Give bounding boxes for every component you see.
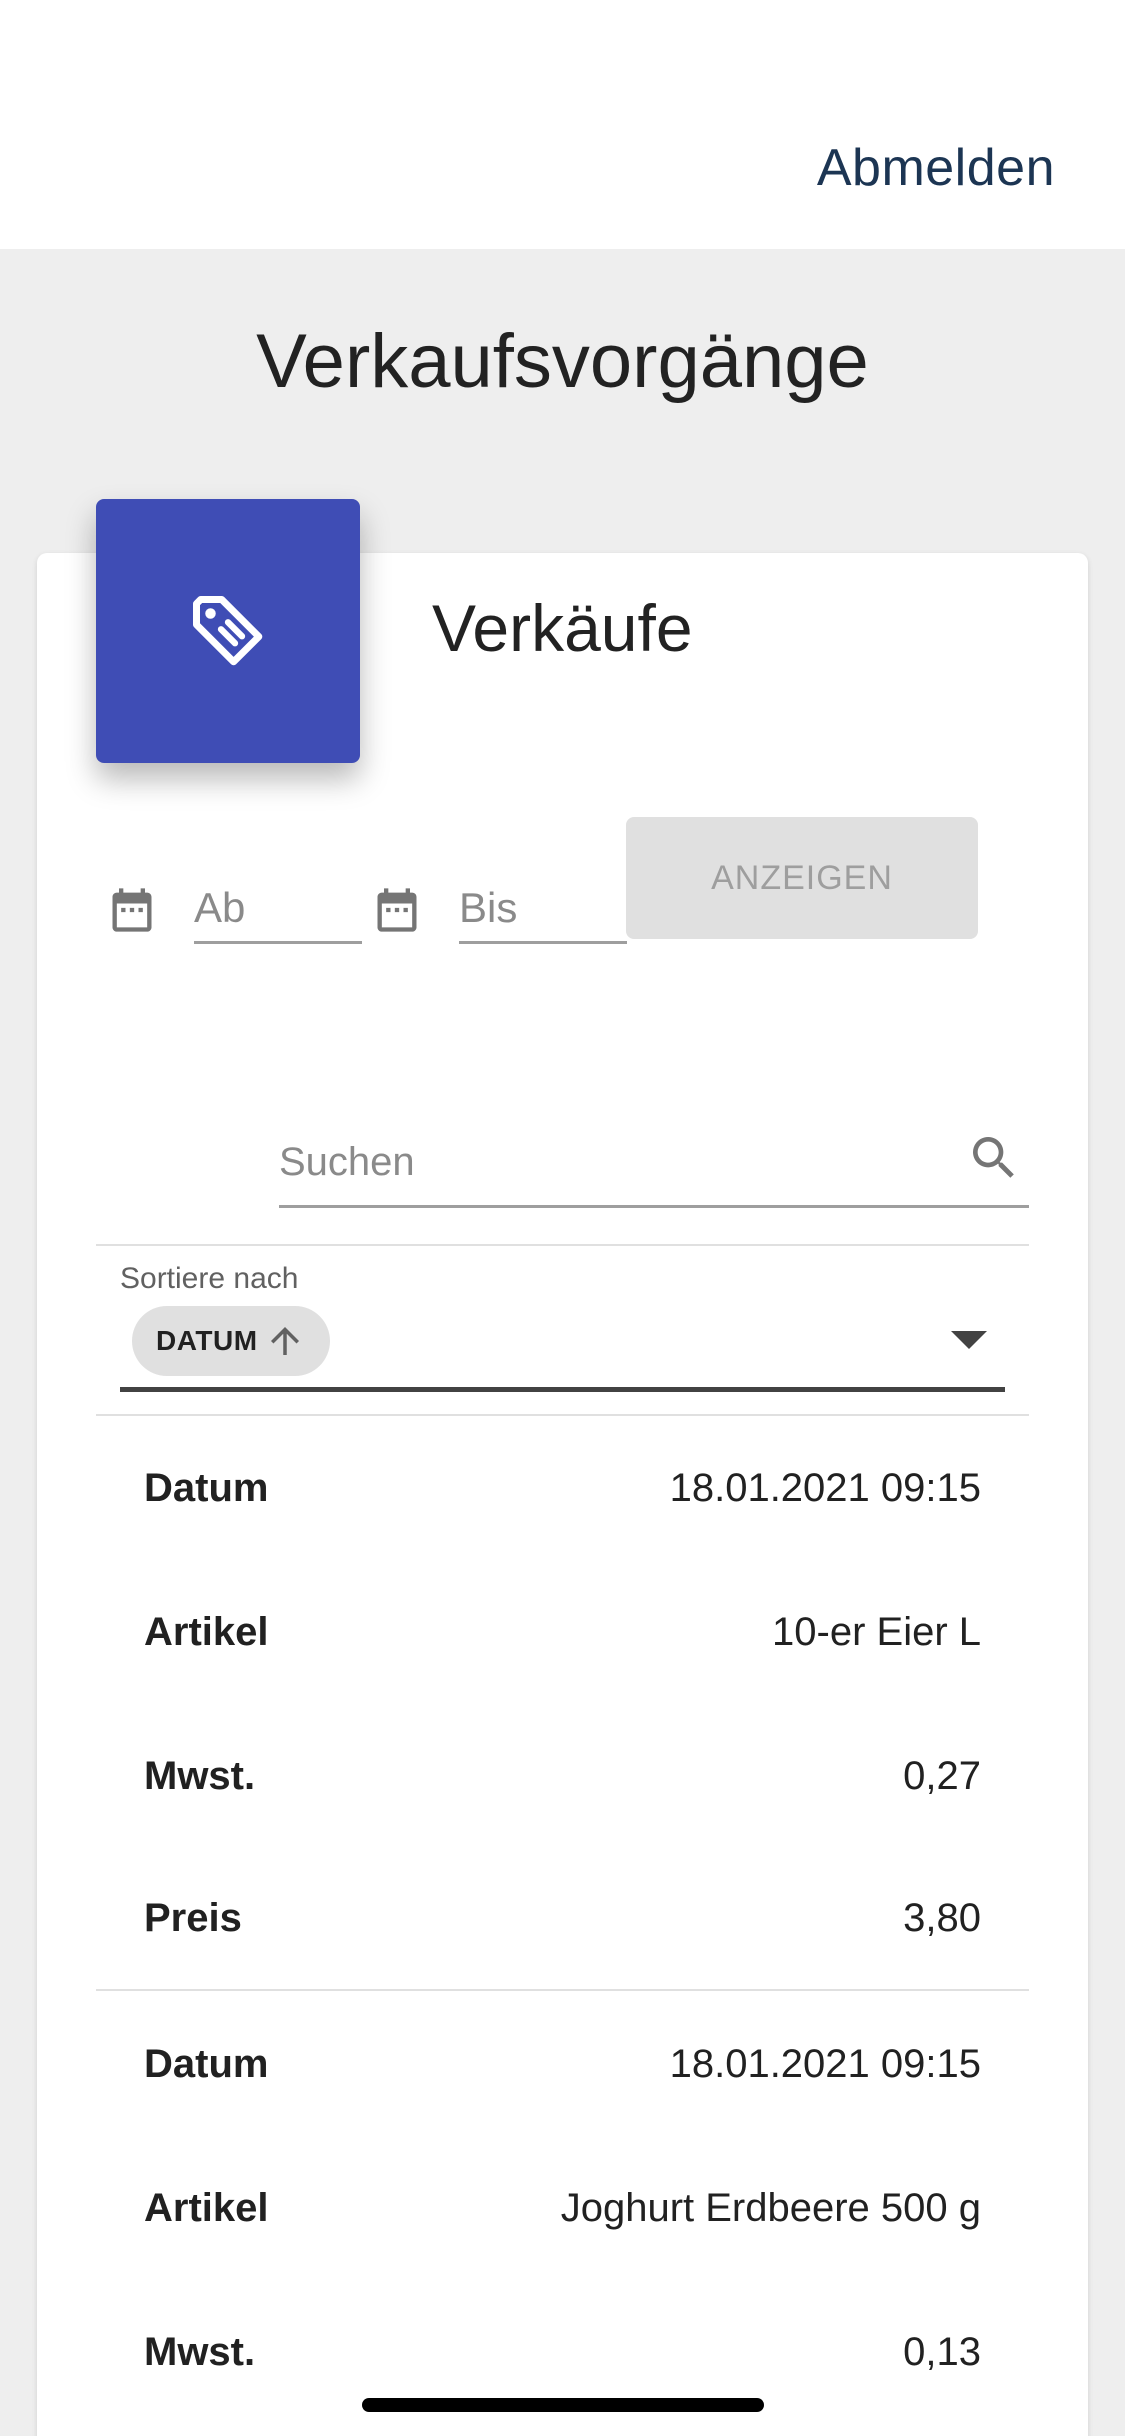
row-value: 18.01.2021 09:15 xyxy=(669,2041,981,2086)
calendar-icon[interactable] xyxy=(106,884,158,936)
record-1-date-row: Datum 18.01.2021 09:15 xyxy=(144,1458,981,1518)
row-value: 0,27 xyxy=(903,1753,981,1798)
row-value: 3,80 xyxy=(903,1895,981,1940)
home-indicator xyxy=(362,2398,764,2412)
top-bar: Abmelden xyxy=(0,0,1125,249)
row-value: 10-er Eier L xyxy=(772,1609,981,1654)
date-from-field[interactable] xyxy=(194,874,362,944)
row-label: Datum xyxy=(144,1465,269,1510)
logout-link[interactable]: Abmelden xyxy=(817,138,1055,198)
row-value: 0,13 xyxy=(903,2329,981,2374)
record-2-item-row: Artikel Joghurt Erdbeere 500 g xyxy=(144,2178,981,2238)
sort-label: Sortiere nach xyxy=(120,1262,299,1295)
show-button[interactable]: ANZEIGEN xyxy=(626,817,978,939)
chevron-down-icon[interactable] xyxy=(951,1330,987,1350)
row-value: 18.01.2021 09:15 xyxy=(669,1465,981,1510)
record-1-item-row: Artikel 10-er Eier L xyxy=(144,1602,981,1662)
calendar-icon[interactable] xyxy=(371,884,423,936)
record-1-vat-row: Mwst. 0,27 xyxy=(144,1746,981,1806)
row-label: Datum xyxy=(144,2041,269,2086)
record-1-price-row: Preis 3,80 xyxy=(144,1888,981,1948)
page-title: Verkaufsvorgänge xyxy=(256,319,869,404)
search-icon[interactable] xyxy=(966,1130,1022,1186)
row-label: Mwst. xyxy=(144,1753,256,1798)
divider xyxy=(96,1414,1029,1416)
divider xyxy=(96,1244,1029,1246)
date-to-field[interactable] xyxy=(459,874,627,944)
search-input[interactable] xyxy=(279,1120,1029,1208)
sort-select[interactable]: DATUM xyxy=(120,1300,1005,1392)
sort-chip-label: DATUM xyxy=(156,1325,258,1356)
arrow-up-icon xyxy=(270,1327,299,1355)
row-label: Artikel xyxy=(144,2185,269,2230)
sort-chip[interactable]: DATUM xyxy=(132,1306,330,1376)
row-label: Preis xyxy=(144,1895,242,1940)
row-label: Artikel xyxy=(144,1609,269,1654)
card-title: Verkäufe xyxy=(432,591,693,665)
divider xyxy=(96,1989,1029,1991)
record-2-vat-row: Mwst. 0,13 xyxy=(144,2322,981,2382)
row-label: Mwst. xyxy=(144,2329,256,2374)
row-value: Joghurt Erdbeere 500 g xyxy=(560,2185,981,2230)
record-2-date-row: Datum 18.01.2021 09:15 xyxy=(144,2034,981,2094)
card-icon-tile xyxy=(96,499,360,763)
tag-icon xyxy=(193,596,263,666)
